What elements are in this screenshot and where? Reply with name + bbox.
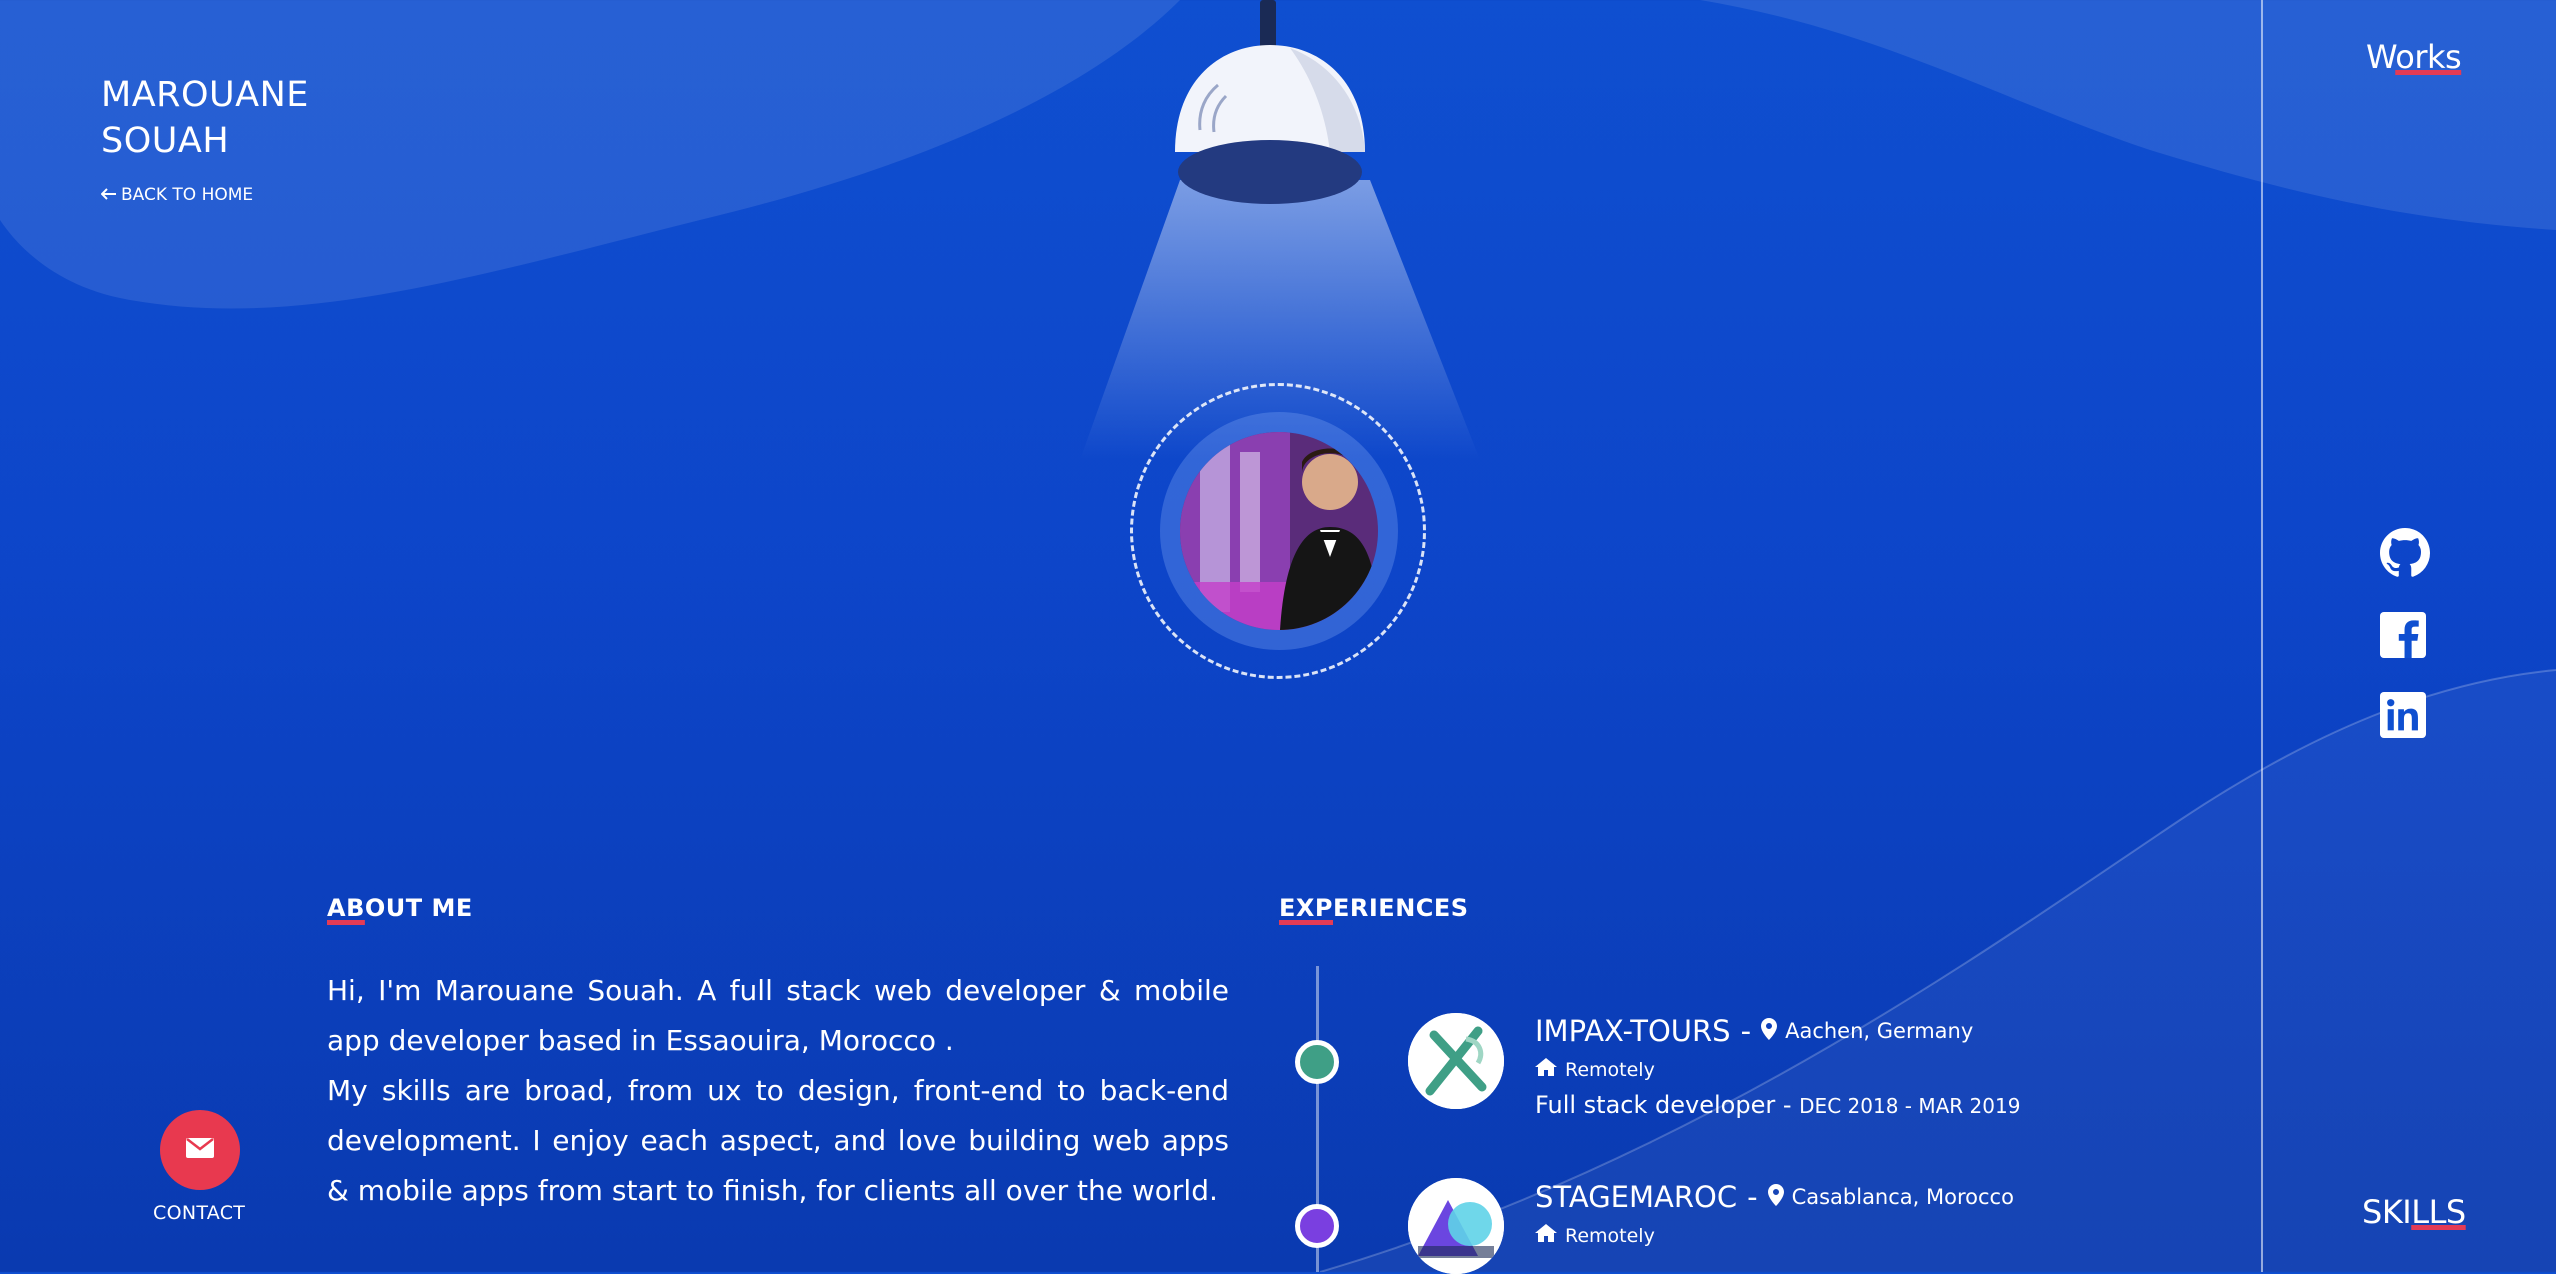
role-text: Full stack developer xyxy=(1535,1091,1776,1119)
experiences-heading-rest: ERIENCES xyxy=(1333,894,1469,922)
remote-text: Remotely xyxy=(1565,1224,1655,1247)
lamp-icon xyxy=(1175,45,1365,204)
brand-first-name: MAROUANE xyxy=(101,75,309,115)
experience-item: IMPAX-TOURS - Aachen, Germany Remotely F… xyxy=(1535,1014,2020,1119)
skills-nav-link[interactable]: SKILLS xyxy=(2362,1193,2466,1231)
about-heading-rest: OUT ME xyxy=(364,894,473,922)
back-to-home-label: BACK TO HOME xyxy=(121,185,254,205)
brand-last-name: SOUAH xyxy=(101,121,230,161)
about-paragraph-2: My skills are broad, from ux to design, … xyxy=(327,1074,1229,1207)
profile-avatar xyxy=(1180,432,1378,630)
sidebar-divider xyxy=(2261,0,2263,1272)
experience-role: Full stack developer - DEC 2018 - MAR 20… xyxy=(1535,1091,2020,1119)
about-heading-underlined: AB xyxy=(327,894,365,922)
works-nav-link[interactable]: Works xyxy=(2366,38,2462,76)
experience-remote: Remotely xyxy=(1535,1224,2014,1247)
back-to-home-link[interactable]: BACK TO HOME xyxy=(100,185,254,205)
experience-title: STAGEMAROC - Casablanca, Morocco xyxy=(1535,1180,2014,1214)
location-text: Aachen, Germany xyxy=(1785,1019,1974,1043)
skills-label-underlined: LLS xyxy=(2411,1193,2466,1231)
company-name: IMPAX-TOURS xyxy=(1535,1014,1731,1048)
home-icon xyxy=(1535,1058,1557,1081)
experience-title: IMPAX-TOURS - Aachen, Germany xyxy=(1535,1014,2020,1048)
about-heading: ABOUT ME xyxy=(327,894,473,922)
contact-label[interactable]: CONTACT xyxy=(153,1202,245,1224)
github-icon[interactable] xyxy=(2380,528,2430,582)
title-separator: - xyxy=(1747,1180,1758,1214)
skills-label-start: SKI xyxy=(2362,1193,2412,1231)
experience-item: STAGEMAROC - Casablanca, Morocco Remotel… xyxy=(1535,1180,2014,1247)
experience-remote: Remotely xyxy=(1535,1058,2020,1081)
experience-location: Casablanca, Morocco xyxy=(1767,1183,2014,1211)
arrow-left-icon xyxy=(100,185,117,205)
works-label-underlined: orks xyxy=(2395,38,2462,76)
timeline-dot xyxy=(1295,1204,1339,1248)
timeline-dot xyxy=(1295,1040,1339,1084)
linkedin-icon[interactable] xyxy=(2380,692,2430,742)
facebook-icon[interactable] xyxy=(2380,612,2430,662)
experiences-heading-underlined: EXP xyxy=(1279,894,1333,922)
map-marker-icon xyxy=(1767,1183,1784,1211)
company-name: STAGEMAROC xyxy=(1535,1180,1738,1214)
stagemaroc-logo xyxy=(1408,1178,1504,1274)
envelope-icon xyxy=(186,1138,214,1162)
social-links xyxy=(2380,528,2430,742)
remote-text: Remotely xyxy=(1565,1058,1655,1081)
contact-button[interactable] xyxy=(160,1110,240,1190)
role-dates: DEC 2018 - MAR 2019 xyxy=(1799,1094,2021,1118)
experiences-heading: EXPERIENCES xyxy=(1279,894,1469,922)
works-label-start: W xyxy=(2366,38,2396,76)
home-icon xyxy=(1535,1224,1557,1247)
about-paragraph-1: Hi, I'm Marouane Souah. A full stack web… xyxy=(327,974,1229,1057)
about-text: Hi, I'm Marouane Souah. A full stack web… xyxy=(327,966,1229,1216)
title-separator: - xyxy=(1740,1014,1752,1048)
experience-location: Aachen, Germany xyxy=(1761,1017,1974,1045)
role-separator: - xyxy=(1782,1091,1792,1119)
impax-tours-logo xyxy=(1408,1013,1504,1109)
location-text: Casablanca, Morocco xyxy=(1791,1185,2014,1209)
site-brand[interactable]: MAROUANE SOUAH xyxy=(101,72,309,164)
map-marker-icon xyxy=(1761,1017,1778,1045)
